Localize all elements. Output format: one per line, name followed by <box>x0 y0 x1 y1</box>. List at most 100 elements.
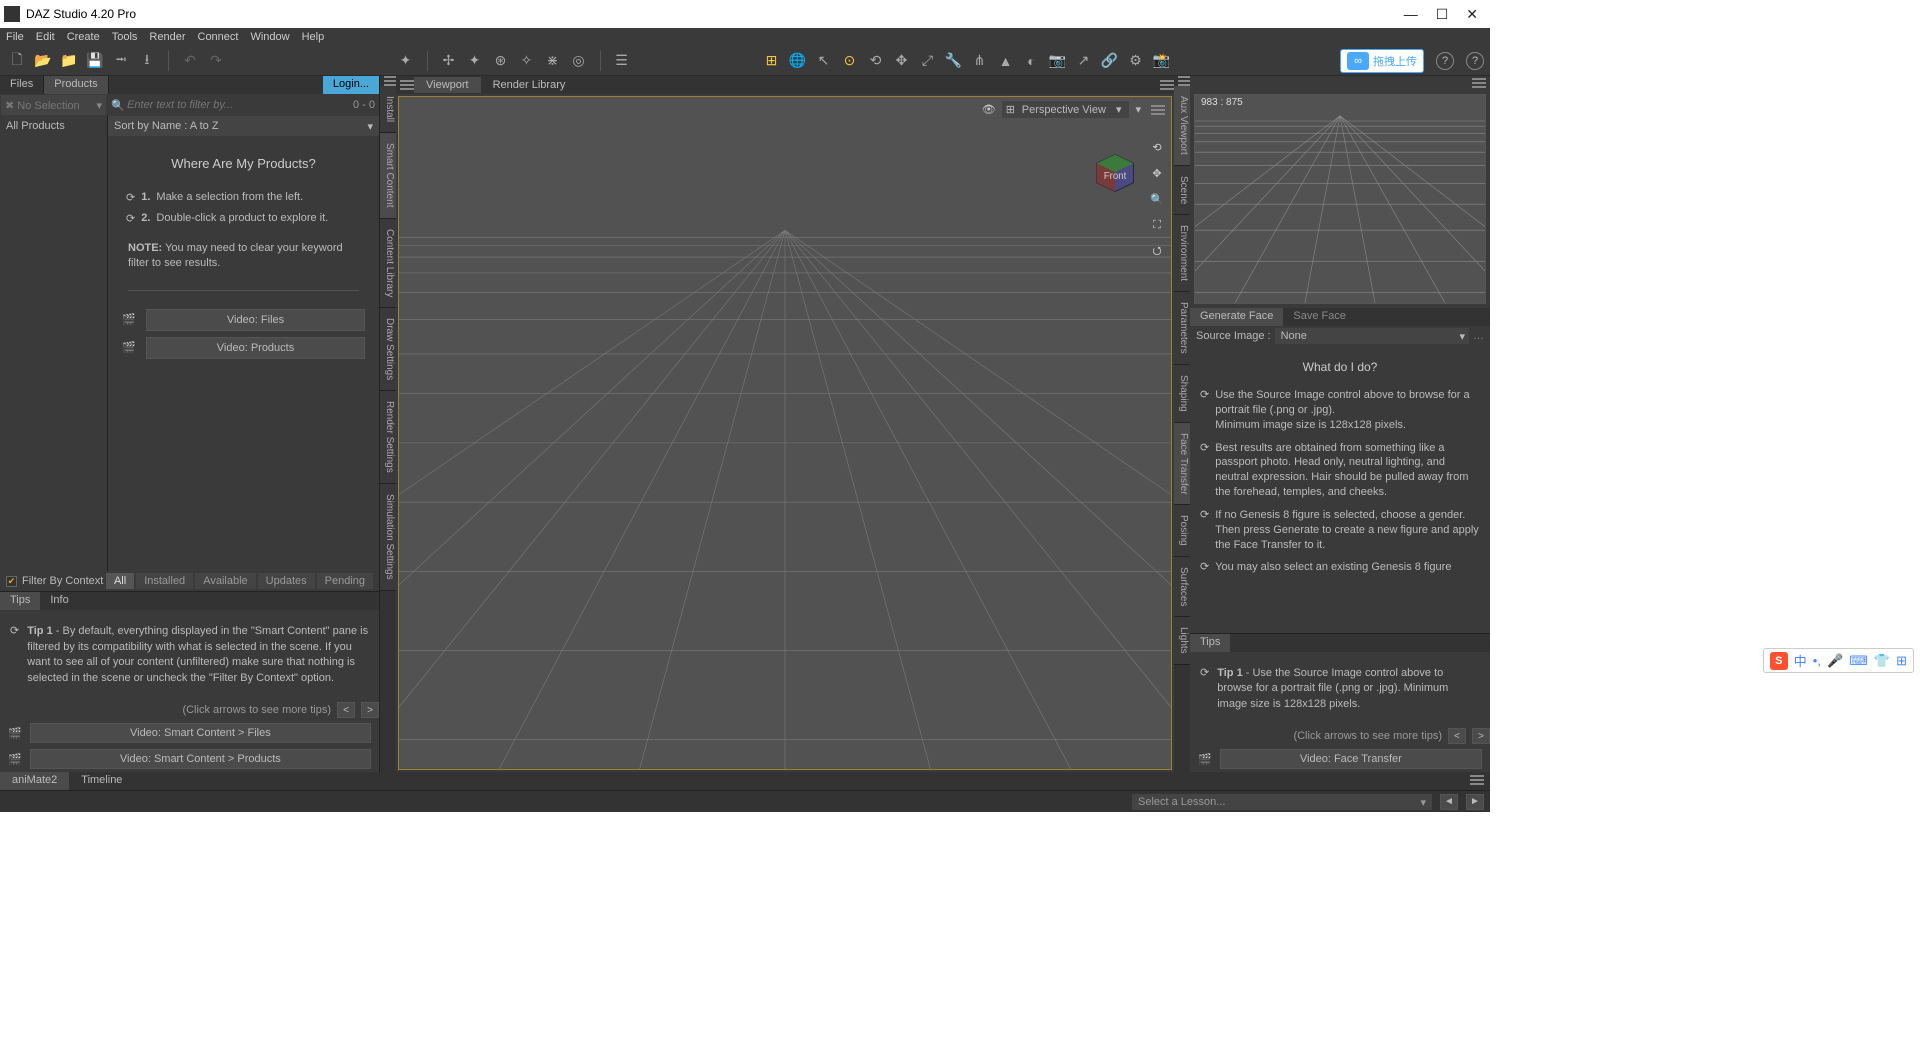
video-smart-products-button[interactable]: Video: Smart Content > Products <box>30 749 371 769</box>
sort-dropdown[interactable]: Sort by Name : A to Z <box>108 116 379 136</box>
selection-dropdown[interactable]: ✖ No Selection <box>1 95 106 115</box>
aux-viewport[interactable]: 983 : 875 <box>1194 94 1486 304</box>
vtab-environment[interactable]: Environment <box>1174 215 1190 292</box>
vtab-surfaces[interactable]: Surfaces <box>1174 557 1190 617</box>
vtab-render-settings[interactable]: Render Settings <box>380 391 396 484</box>
source-image-dropdown[interactable]: None <box>1275 328 1469 344</box>
menu-render[interactable]: Render <box>149 31 185 43</box>
vtab-draw-settings[interactable]: Draw Settings <box>380 308 396 391</box>
menu-edit[interactable]: Edit <box>36 31 55 43</box>
gear-icon[interactable]: ⚙ <box>1125 50 1147 72</box>
ime-punct-icon[interactable]: •, <box>1813 653 1821 668</box>
lesson-dropdown[interactable]: Select a Lesson... <box>1132 794 1432 810</box>
frame-icon[interactable]: ⛶ <box>1147 215 1167 235</box>
viewport-options-icon[interactable]: ▾ <box>1135 103 1141 116</box>
vtab-scene[interactable]: Scene <box>1174 166 1190 215</box>
link-tool-icon[interactable]: 🔗 <box>1099 50 1121 72</box>
main-viewport[interactable]: 👁 Perspective View ▾ Front ⟲ ✥ 🔍 ⛶ ⭯ <box>398 96 1172 770</box>
ime-keyboard-icon[interactable]: ⌨ <box>1849 653 1868 669</box>
pill-pending[interactable]: Pending <box>317 573 373 589</box>
pick-tool-icon[interactable]: ↗ <box>1073 50 1095 72</box>
pose-tool-icon[interactable]: ⋔ <box>969 50 991 72</box>
vtab-lights[interactable]: Lights <box>1174 617 1190 665</box>
light-tool-icon[interactable]: ✢ <box>438 50 460 72</box>
tab-tips-right[interactable]: Tips <box>1190 634 1230 652</box>
help-question-icon[interactable]: ? <box>1436 52 1454 70</box>
redo-icon[interactable]: ↷ <box>205 50 227 72</box>
minimize-button[interactable]: — <box>1404 6 1418 23</box>
rotate-tool-icon[interactable]: ⟲ <box>865 50 887 72</box>
filter-input[interactable] <box>127 99 349 111</box>
pill-installed[interactable]: Installed <box>136 573 193 589</box>
tip-prev-button[interactable]: < <box>337 702 355 718</box>
point-light-icon[interactable]: ⊛ <box>490 50 512 72</box>
pill-all[interactable]: All <box>106 573 134 589</box>
orbit-icon[interactable]: ⟲ <box>1147 137 1167 157</box>
camera-light-icon[interactable]: ◎ <box>568 50 590 72</box>
new-file-icon[interactable]: 🗋 <box>6 50 28 72</box>
scale-tool-icon[interactable]: ⤢ <box>917 50 939 72</box>
pan-icon[interactable]: ✥ <box>1147 163 1167 183</box>
lesson-prev-button[interactable]: ◄ <box>1440 794 1458 810</box>
video-files-button[interactable]: Video: Files <box>146 309 365 331</box>
pane-menu-icon[interactable] <box>1472 78 1486 88</box>
login-button[interactable]: Login... <box>323 76 379 94</box>
figure-tool-icon[interactable]: ▲ <box>995 50 1017 72</box>
wrench-icon[interactable]: 🔧 <box>943 50 965 72</box>
help-info-icon[interactable]: ? <box>1466 52 1484 70</box>
render-icon[interactable]: 📸 <box>1151 50 1173 72</box>
tab-generate-face[interactable]: Generate Face <box>1190 308 1283 326</box>
export-icon[interactable]: ⭳ <box>136 50 158 72</box>
merge-file-icon[interactable]: 📁 <box>58 50 80 72</box>
pointer-tool-icon[interactable]: ↖ <box>813 50 835 72</box>
ime-toolbox-icon[interactable]: ⊞ <box>1896 653 1907 669</box>
vtab-parameters[interactable]: Parameters <box>1174 292 1190 365</box>
spot-light-icon[interactable]: ✦ <box>464 50 486 72</box>
distant-light-icon[interactable]: ✧ <box>516 50 538 72</box>
tab-products[interactable]: Products <box>44 76 108 94</box>
video-face-transfer-button[interactable]: Video: Face Transfer <box>1220 749 1482 769</box>
pane-menu-icon[interactable] <box>400 80 414 90</box>
scene-tool-icon[interactable]: ✦ <box>395 50 417 72</box>
import-icon[interactable]: ⭲ <box>110 50 132 72</box>
vtab-simulation-settings[interactable]: Simulation Settings <box>380 484 396 591</box>
zoom-icon[interactable]: 🔍 <box>1147 189 1167 209</box>
surface-tool-icon[interactable]: ◐ <box>1021 50 1043 72</box>
linear-light-icon[interactable]: ⋇ <box>542 50 564 72</box>
tab-render-library[interactable]: Render Library <box>481 77 578 93</box>
video-products-button[interactable]: Video: Products <box>146 337 365 359</box>
tip-next-button[interactable]: > <box>361 702 379 718</box>
view-cube[interactable]: Front <box>1093 151 1137 195</box>
menu-tools[interactable]: Tools <box>112 31 138 43</box>
ime-mic-icon[interactable]: 🎤 <box>1827 653 1843 669</box>
tab-files[interactable]: Files <box>0 76 44 94</box>
viewport-menu-icon[interactable] <box>1151 105 1165 115</box>
cloud-upload-button[interactable]: ∞ 拖拽上传 <box>1340 49 1424 73</box>
menu-file[interactable]: File <box>6 31 24 43</box>
world-icon[interactable]: 🌐 <box>787 50 809 72</box>
open-file-icon[interactable]: 📂 <box>32 50 54 72</box>
tab-animate2[interactable]: aniMate2 <box>0 772 69 790</box>
rtip-prev-button[interactable]: < <box>1448 728 1466 744</box>
pill-updates[interactable]: Updates <box>258 573 315 589</box>
ime-toolbar[interactable]: S 中 •, 🎤 ⌨ 👕 ⊞ <box>1763 648 1914 673</box>
grid-toggle-icon[interactable]: ⊞ <box>761 50 783 72</box>
video-smart-files-button[interactable]: Video: Smart Content > Files <box>30 723 371 743</box>
tab-info[interactable]: Info <box>40 592 78 610</box>
vtab-shaping[interactable]: Shaping <box>1174 365 1190 423</box>
sidebar-item-all-products[interactable]: All Products <box>0 116 107 136</box>
tab-timeline[interactable]: Timeline <box>69 772 134 790</box>
vtab-smart-content[interactable]: Smart Content <box>380 133 396 218</box>
rtip-next-button[interactable]: > <box>1472 728 1490 744</box>
camera-dropdown[interactable]: Perspective View <box>1002 101 1130 118</box>
translate-tool-icon[interactable]: ✥ <box>891 50 913 72</box>
pill-available[interactable]: Available <box>195 573 255 589</box>
browse-icon[interactable]: … <box>1473 330 1484 342</box>
pane-menu-icon[interactable] <box>1160 80 1174 90</box>
vtab-aux-viewport[interactable]: Aux Viewport <box>1174 86 1190 166</box>
lesson-next-button[interactable]: ► <box>1466 794 1484 810</box>
close-button[interactable]: ✕ <box>1466 6 1478 23</box>
node-select-icon[interactable]: ⊙ <box>839 50 861 72</box>
vtab-content-library[interactable]: Content Library <box>380 219 396 308</box>
pane-menu-icon[interactable] <box>1470 775 1484 787</box>
